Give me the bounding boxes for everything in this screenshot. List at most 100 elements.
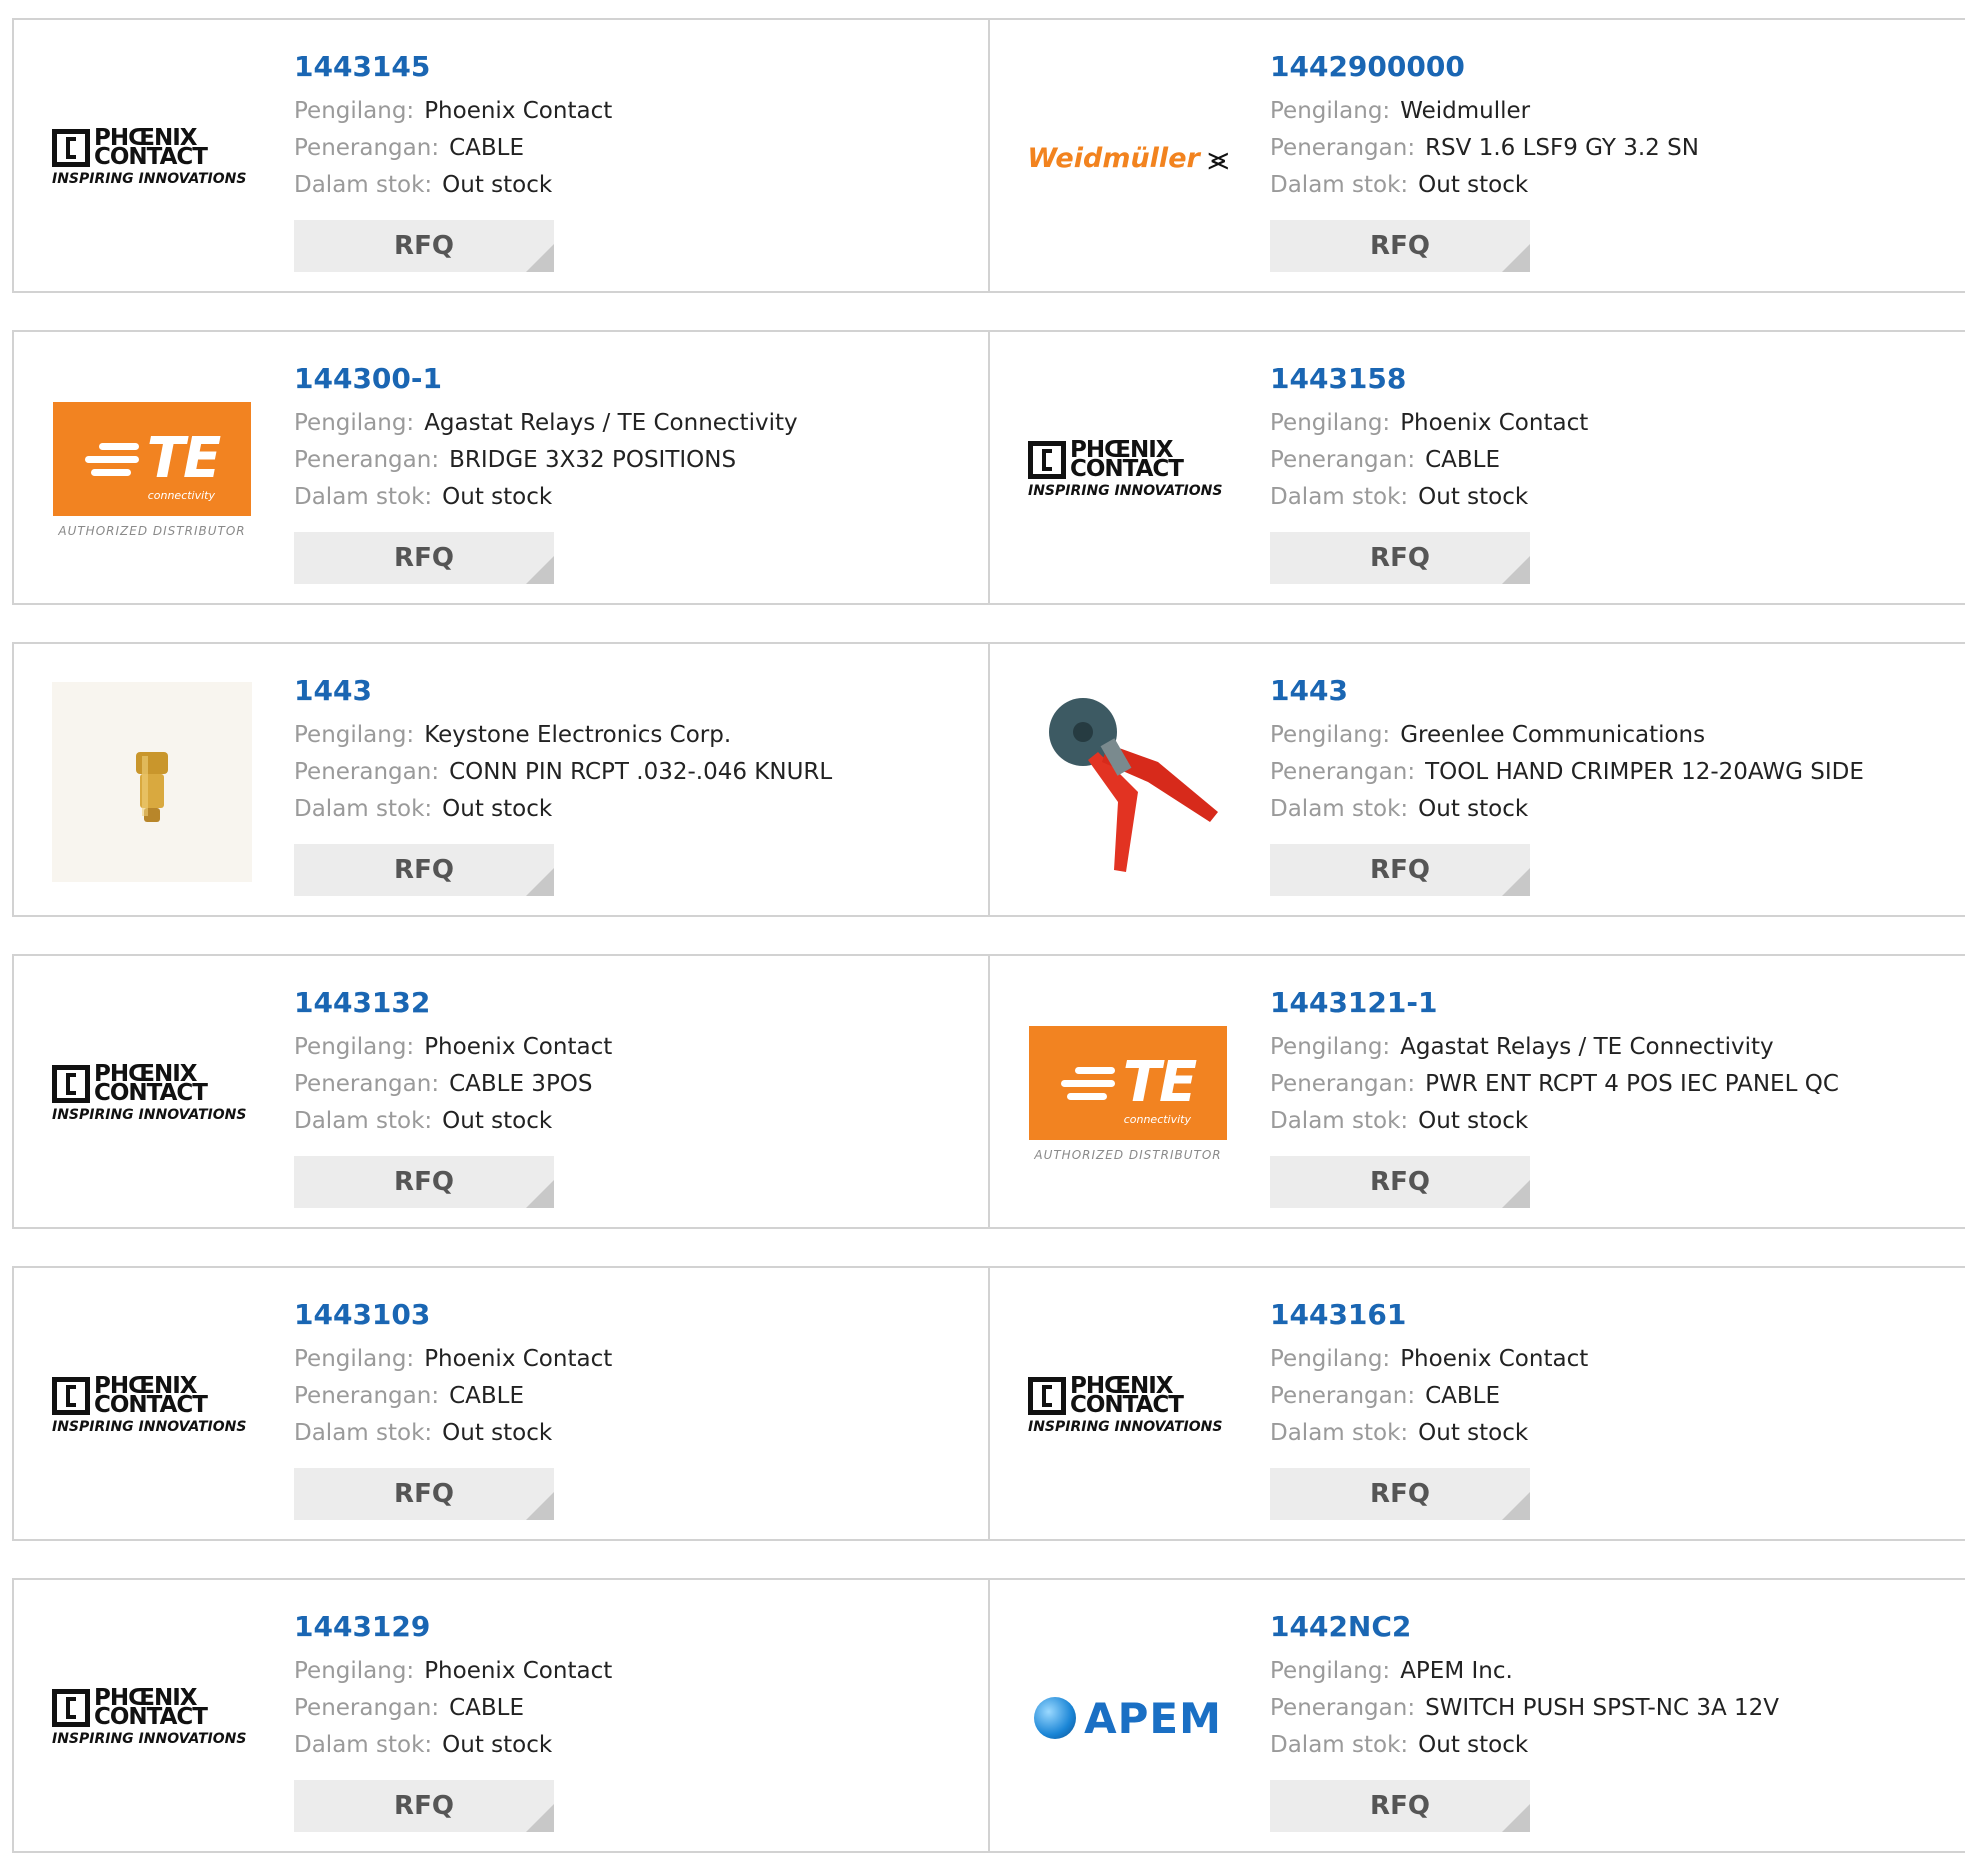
part-number-link[interactable]: 1443121-1 bbox=[1270, 986, 1437, 1019]
logo-tagline: INSPIRING INNOVATIONS bbox=[1028, 1419, 1223, 1435]
part-number-link[interactable]: 1443129 bbox=[294, 1610, 430, 1643]
rfq-button[interactable]: RFQ bbox=[294, 1780, 554, 1832]
stock-row: Dalam stok: Out stock bbox=[294, 172, 552, 198]
logo-tagline: INSPIRING INNOVATIONS bbox=[52, 1731, 247, 1747]
logo-text: CONTACT bbox=[94, 1392, 208, 1418]
stock-label: Dalam stok: bbox=[1270, 1108, 1409, 1134]
stock-label: Dalam stok: bbox=[1270, 1732, 1409, 1758]
part-number-link[interactable]: 1443103 bbox=[294, 1298, 430, 1331]
description-row: Penerangan: CABLE bbox=[1270, 1383, 1500, 1409]
stock-label: Dalam stok: bbox=[1270, 484, 1409, 510]
phoenix-mark-icon bbox=[52, 129, 90, 167]
part-number-link[interactable]: 1442NC2 bbox=[1270, 1610, 1411, 1643]
stock-row: Dalam stok: Out stock bbox=[294, 484, 552, 510]
product-card: PHŒNIX CONTACT INSPIRING INNOVATIONS 144… bbox=[990, 1266, 1965, 1541]
description-value: CABLE bbox=[449, 135, 524, 161]
stock-label: Dalam stok: bbox=[294, 796, 433, 822]
phoenix-mark-icon bbox=[52, 1377, 90, 1415]
manufacturer-label: Pengilang: bbox=[294, 98, 415, 124]
manufacturer-value: Phoenix Contact bbox=[424, 1034, 613, 1060]
manufacturer-value: Phoenix Contact bbox=[424, 1346, 613, 1372]
description-value: CABLE bbox=[449, 1695, 524, 1721]
rfq-button[interactable]: RFQ bbox=[1270, 1468, 1530, 1520]
rfq-button[interactable]: RFQ bbox=[1270, 844, 1530, 896]
stock-row: Dalam stok: Out stock bbox=[1270, 172, 1528, 198]
stock-value: Out stock bbox=[442, 1108, 553, 1134]
part-number-link[interactable]: 1443158 bbox=[1270, 362, 1406, 395]
manufacturer-row: Pengilang: Phoenix Contact bbox=[294, 98, 612, 124]
description-label: Penerangan: bbox=[1270, 1695, 1416, 1721]
description-value: TOOL HAND CRIMPER 12-20AWG SIDE bbox=[1425, 759, 1864, 785]
part-number-link[interactable]: 144300-1 bbox=[294, 362, 442, 395]
product-card: PHŒNIX CONTACT INSPIRING INNOVATIONS 144… bbox=[12, 18, 990, 293]
rfq-button[interactable]: RFQ bbox=[294, 1156, 554, 1208]
stock-value: Out stock bbox=[442, 172, 553, 198]
manufacturer-logo-slot: TE connectivity AUTHORIZED DISTRIBUTOR bbox=[52, 360, 252, 580]
product-card: PHŒNIX CONTACT INSPIRING INNOVATIONS 144… bbox=[12, 954, 990, 1229]
manufacturer-label: Pengilang: bbox=[1270, 1346, 1391, 1372]
part-number-link[interactable]: 1442900000 bbox=[1270, 50, 1465, 83]
crimper-tool-photo bbox=[1028, 682, 1228, 882]
description-value: CABLE 3POS bbox=[449, 1071, 593, 1097]
description-value: RSV 1.6 LSF9 GY 3.2 SN bbox=[1425, 135, 1699, 161]
stock-value: Out stock bbox=[442, 1420, 553, 1446]
stock-label: Dalam stok: bbox=[294, 1420, 433, 1446]
rfq-button[interactable]: RFQ bbox=[1270, 1780, 1530, 1832]
description-label: Penerangan: bbox=[294, 1071, 440, 1097]
stock-value: Out stock bbox=[1418, 796, 1529, 822]
stock-label: Dalam stok: bbox=[1270, 172, 1409, 198]
rfq-button[interactable]: RFQ bbox=[1270, 220, 1530, 272]
manufacturer-value: Keystone Electronics Corp. bbox=[424, 722, 732, 748]
rfq-button[interactable]: RFQ bbox=[294, 844, 554, 896]
description-row: Penerangan: RSV 1.6 LSF9 GY 3.2 SN bbox=[1270, 135, 1699, 161]
logo-tagline: INSPIRING INNOVATIONS bbox=[1028, 483, 1223, 499]
stock-row: Dalam stok: Out stock bbox=[294, 1420, 552, 1446]
part-number-link[interactable]: 1443 bbox=[1270, 674, 1348, 707]
te-lines-icon bbox=[1060, 1064, 1115, 1103]
rfq-button[interactable]: RFQ bbox=[294, 1468, 554, 1520]
rfq-button[interactable]: RFQ bbox=[1270, 532, 1530, 584]
description-value: CABLE bbox=[1425, 447, 1500, 473]
stock-row: Dalam stok: Out stock bbox=[1270, 1420, 1528, 1446]
weidmuller-logo: Weidmüller ⪤ bbox=[1027, 139, 1228, 178]
manufacturer-logo-slot: APEM bbox=[1028, 1608, 1228, 1828]
stock-label: Dalam stok: bbox=[294, 172, 433, 198]
description-label: Penerangan: bbox=[1270, 759, 1416, 785]
stock-row: Dalam stok: Out stock bbox=[1270, 1108, 1528, 1134]
rfq-button[interactable]: RFQ bbox=[1270, 1156, 1530, 1208]
description-row: Penerangan: CABLE 3POS bbox=[294, 1071, 593, 1097]
manufacturer-value: Agastat Relays / TE Connectivity bbox=[424, 410, 798, 436]
description-label: Penerangan: bbox=[294, 1383, 440, 1409]
logo-text: connectivity bbox=[147, 489, 215, 502]
phoenix-mark-icon bbox=[52, 1065, 90, 1103]
product-card: 1443 Pengilang: Keystone Electronics Corp… bbox=[12, 642, 990, 917]
logo-tagline: AUTHORIZED DISTRIBUTOR bbox=[1034, 1148, 1222, 1162]
apem-logo: APEM bbox=[1034, 1694, 1222, 1743]
stock-value: Out stock bbox=[1418, 484, 1529, 510]
rfq-button[interactable]: RFQ bbox=[294, 220, 554, 272]
description-value: PWR ENT RCPT 4 POS IEC PANEL QC bbox=[1425, 1071, 1839, 1097]
stock-value: Out stock bbox=[442, 796, 553, 822]
stock-row: Dalam stok: Out stock bbox=[1270, 484, 1528, 510]
part-number-link[interactable]: 1443145 bbox=[294, 50, 430, 83]
manufacturer-value: Phoenix Contact bbox=[1400, 410, 1589, 436]
logo-text: CONTACT bbox=[94, 144, 208, 170]
description-value: CABLE bbox=[1425, 1383, 1500, 1409]
rfq-button[interactable]: RFQ bbox=[294, 532, 554, 584]
description-row: Penerangan: CABLE bbox=[294, 1383, 524, 1409]
part-number-link[interactable]: 1443 bbox=[294, 674, 372, 707]
part-number-link[interactable]: 1443132 bbox=[294, 986, 430, 1019]
manufacturer-value: Weidmuller bbox=[1400, 98, 1531, 124]
phoenix-contact-logo: PHŒNIX CONTACT INSPIRING INNOVATIONS bbox=[52, 1375, 252, 1435]
part-number-link[interactable]: 1443161 bbox=[1270, 1298, 1406, 1331]
stock-label: Dalam stok: bbox=[294, 1732, 433, 1758]
phoenix-contact-logo: PHŒNIX CONTACT INSPIRING INNOVATIONS bbox=[52, 127, 252, 187]
description-row: Penerangan: CABLE bbox=[1270, 447, 1500, 473]
product-card: TE connectivity AUTHORIZED DISTRIBUTOR 1… bbox=[990, 954, 1965, 1229]
description-value: BRIDGE 3X32 POSITIONS bbox=[449, 447, 737, 473]
manufacturer-row: Pengilang: Weidmuller bbox=[1270, 98, 1530, 124]
logo-text: CONTACT bbox=[1070, 1392, 1184, 1418]
stock-label: Dalam stok: bbox=[1270, 1420, 1409, 1446]
logo-tagline: INSPIRING INNOVATIONS bbox=[52, 171, 247, 187]
manufacturer-logo-slot: PHŒNIX CONTACT INSPIRING INNOVATIONS bbox=[52, 1296, 252, 1516]
